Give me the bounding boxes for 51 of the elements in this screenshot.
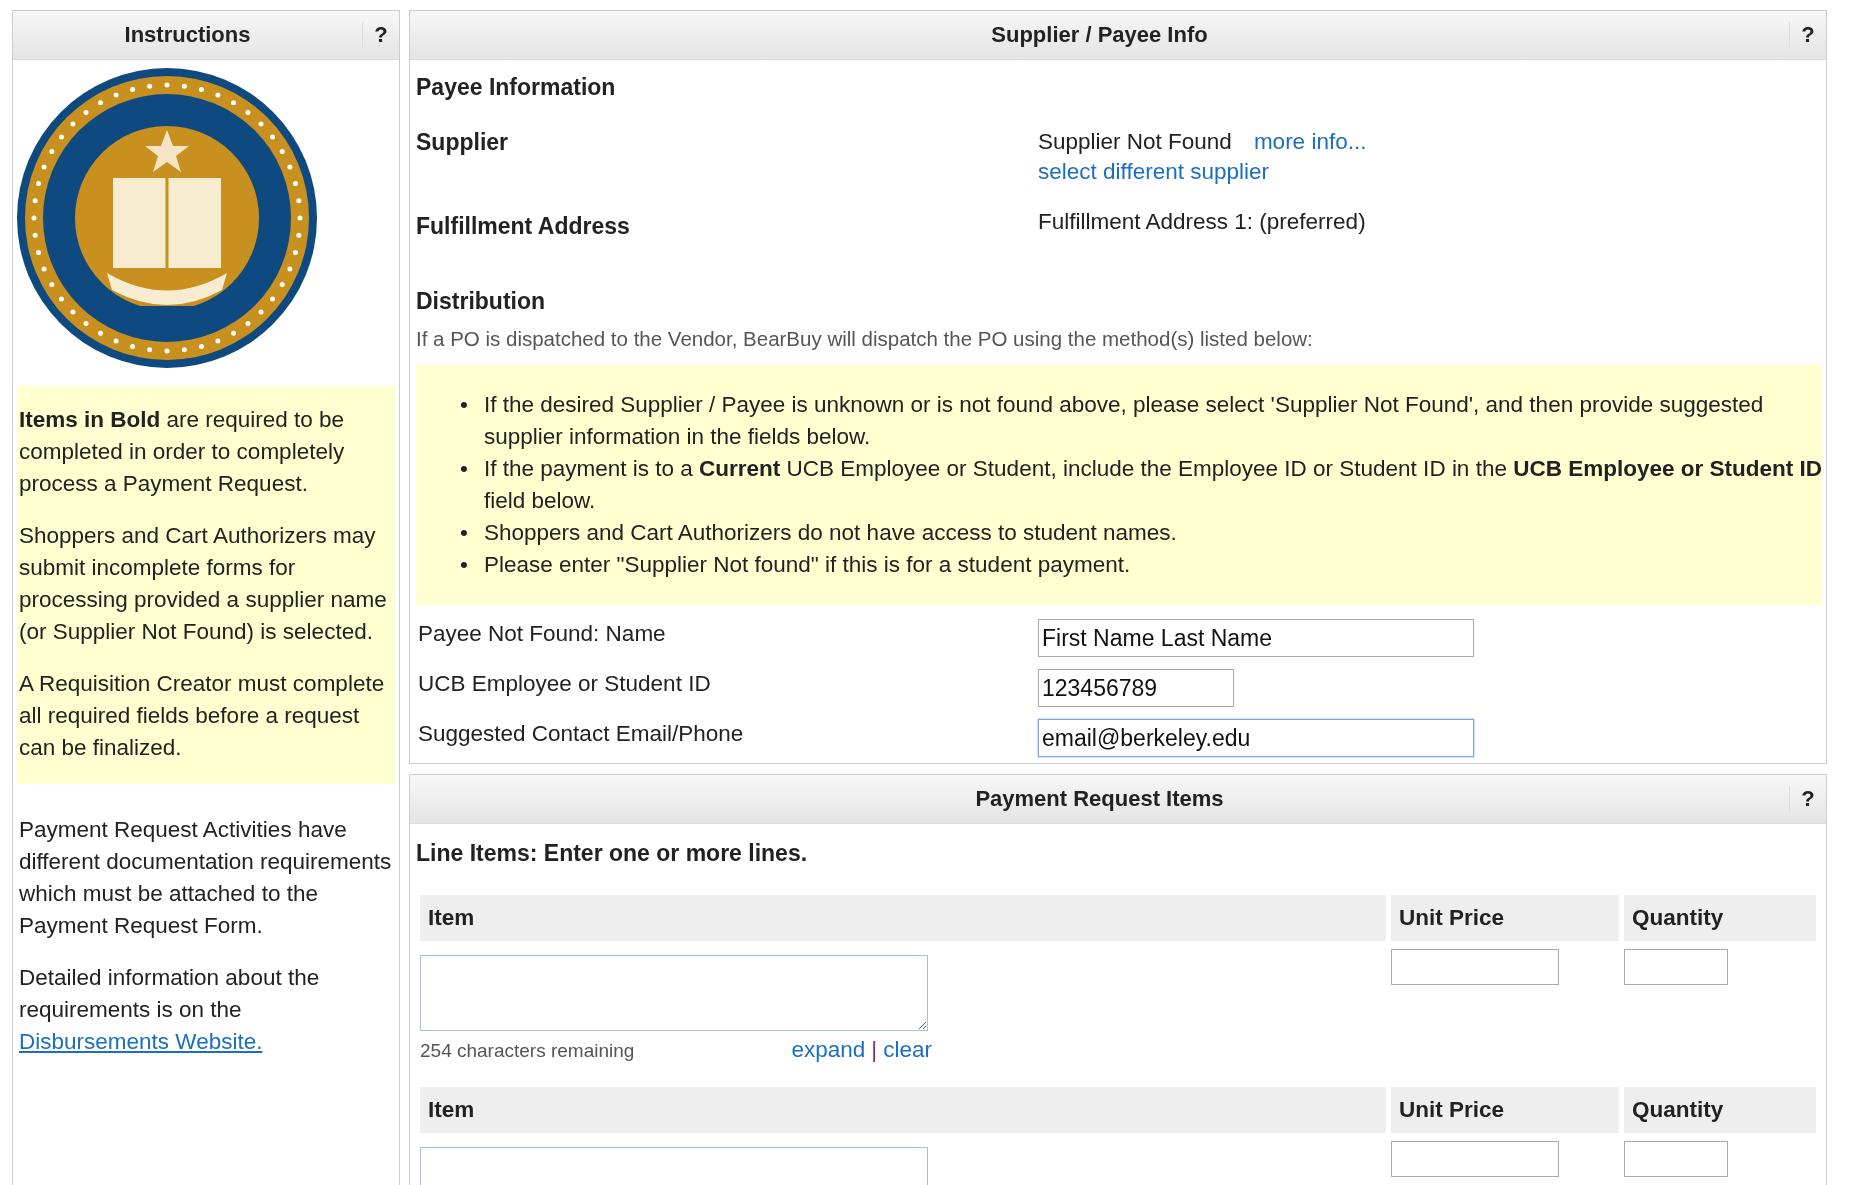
section-title: Distribution xyxy=(416,288,547,315)
text-field[interactable]: First Name Last Name xyxy=(1038,619,1474,657)
link-separator: | xyxy=(871,1037,878,1063)
unit-price-field[interactable] xyxy=(1391,949,1559,985)
bullet-marker: • xyxy=(460,551,468,579)
notice-text: If the payment is to a Current UCB Employee or Student, include the Employee ID or Student ID in the UCB Employee or Student ID field below. xyxy=(483,455,1822,515)
unit-price-field[interactable] xyxy=(1391,1141,1559,1177)
clear-link[interactable]: clear xyxy=(883,1037,932,1063)
notice-text: Shoppers and Cart Authorizers do not have access to student names. xyxy=(483,519,1177,547)
text-field[interactable]: 123456789 xyxy=(1038,669,1234,707)
section-title: Payee Information xyxy=(416,74,617,101)
quantity-field[interactable] xyxy=(1624,1141,1728,1177)
column-header: Quantity xyxy=(1624,1087,1816,1133)
bullet-marker: • xyxy=(460,391,468,419)
column-header: Unit Price xyxy=(1391,1087,1619,1133)
field-label: Suggested Contact Email/Phone xyxy=(418,720,745,748)
field-label: Fulfillment Address xyxy=(416,212,631,240)
instruction-text: Detailed information about the requirements is on the xyxy=(19,965,320,1022)
instruction-text: Payment Request Activities have different documentation requirements which must be attached to the Payment Request Form. xyxy=(19,817,392,938)
text-field[interactable]: email@berkeley.edu xyxy=(1038,719,1474,757)
panel-title: Supplier / Payee Info xyxy=(990,22,1209,48)
field-label: Supplier xyxy=(416,129,509,157)
characters-remaining: 254 characters remaining xyxy=(420,1040,635,1062)
help-button[interactable]: ? xyxy=(1789,22,1826,48)
panel-title: Instructions xyxy=(123,22,252,48)
select-supplier-link[interactable]: select different supplier xyxy=(1038,159,1269,184)
expand-link[interactable]: expand xyxy=(791,1037,866,1063)
quantity-field[interactable] xyxy=(1624,949,1728,985)
section-title: Line Items: Enter one or more lines. xyxy=(416,840,809,867)
field-label: Payee Not Found: Name xyxy=(418,620,667,648)
column-header: Quantity xyxy=(1624,895,1816,941)
disbursements-link[interactable]: Disbursements Website. xyxy=(19,1029,263,1054)
notice-text: Please enter "Supplier Not found" if this is for a student payment. xyxy=(483,551,1131,579)
address-value: Fulfillment Address 1: (preferred) xyxy=(1038,209,1367,236)
instruction-text: Shoppers and Cart Authorizers may submit incomplete forms for processing provided a supplier name (or Supplier Not Found) is selected. xyxy=(19,523,387,644)
notice-text: If the desired Supplier / Payee is unknown or is not found above, please select 'Supplier Not Found', and then provide suggested supplier information in the fields below. xyxy=(483,391,1765,451)
supplier-value: Supplier Not Found xyxy=(1038,129,1232,155)
distribution-note: If a PO is dispatched to the Vendor, BearBuy will dispatch the PO using the method(s) listed below: xyxy=(416,327,1314,351)
column-header: Item xyxy=(420,1087,1386,1133)
column-header: Unit Price xyxy=(1391,895,1619,941)
help-button[interactable]: ? xyxy=(362,22,399,48)
field-label: UCB Employee or Student ID xyxy=(418,670,712,698)
more-info-link[interactable]: more info... xyxy=(1253,129,1367,155)
bullet-marker: • xyxy=(460,455,468,483)
column-header: Item xyxy=(420,895,1386,941)
bullet-marker: • xyxy=(460,519,468,547)
panel-title: Payment Request Items xyxy=(974,786,1225,812)
help-button[interactable]: ? xyxy=(1789,786,1826,812)
item-textarea[interactable] xyxy=(420,955,928,1031)
instruction-text: A Requisition Creator must complete all required fields before a request can be finalized. xyxy=(19,671,385,760)
instruction-text: Items in Bold are required to be completed in order to completely process a Payment Request. xyxy=(19,407,345,496)
